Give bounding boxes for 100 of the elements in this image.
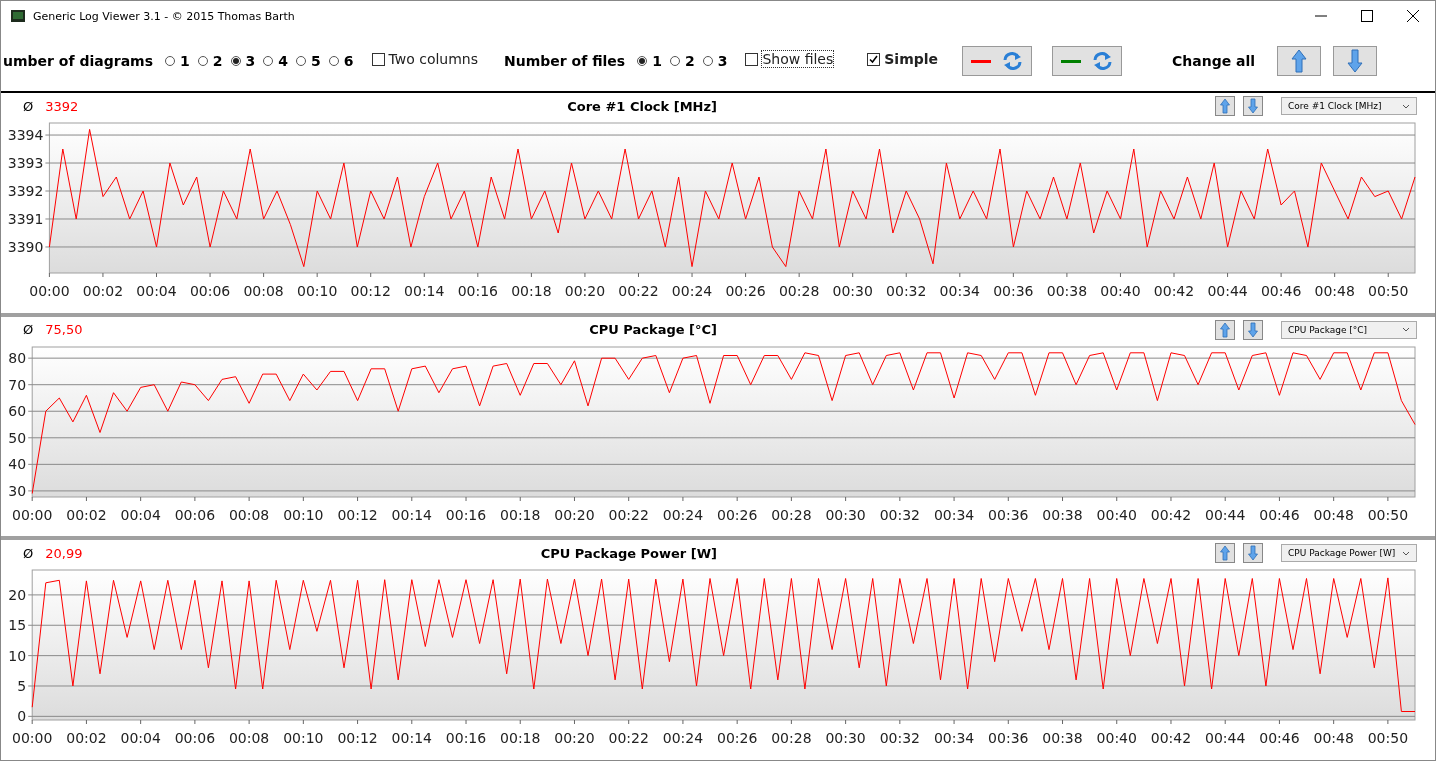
average-value: 75,50	[45, 322, 83, 338]
x-tick-label: 00:42	[1153, 283, 1195, 299]
close-icon[interactable]	[1407, 10, 1419, 22]
y-tick-label: 3394	[7, 127, 44, 144]
radio-label: 6	[343, 53, 354, 69]
x-tick-label: 00:40	[1096, 730, 1137, 747]
x-tick-label: 00:36	[993, 283, 1034, 299]
x-tick-label: 00:38	[1046, 283, 1088, 299]
x-tick-label: 00:26	[717, 506, 758, 523]
x-tick-label: 00:46	[1259, 730, 1300, 747]
x-tick-label: 00:10	[297, 283, 338, 299]
y-tick-label: 70	[8, 376, 27, 393]
move-up-button[interactable]	[1277, 46, 1322, 76]
x-tick-label: 00:12	[350, 283, 391, 299]
diagrams-label: umber of diagrams	[3, 53, 153, 69]
chevron-down-icon	[1402, 550, 1410, 556]
radio-label: 4	[278, 53, 288, 69]
y-tick-label: 5	[17, 678, 27, 695]
move-up-button[interactable]	[1215, 96, 1235, 116]
x-tick-label: 00:22	[618, 283, 659, 299]
x-tick-label: 00:44	[1205, 506, 1246, 523]
x-tick-label: 00:14	[391, 730, 432, 747]
refresh-icon	[1093, 52, 1114, 70]
x-tick-label: 00:00	[12, 506, 53, 523]
chevron-down-icon	[1402, 103, 1410, 109]
diagram-title: CPU Package [°C]	[589, 322, 717, 338]
x-tick-label: 00:06	[174, 506, 216, 523]
average-symbol: Ø	[23, 322, 34, 338]
x-tick-label: 00:22	[608, 506, 649, 523]
move-down-button[interactable]	[1243, 543, 1263, 564]
checkbox-label: Two columns	[388, 51, 479, 67]
move-up-button[interactable]	[1215, 319, 1235, 340]
y-tick-label: 40	[8, 456, 27, 472]
refresh-icon	[1003, 52, 1024, 70]
x-tick-label: 00:44	[1205, 730, 1246, 747]
y-tick-label: 10	[8, 647, 27, 664]
window-title: Generic Log Viewer 3.1 - © 2015 Thomas Barth	[33, 9, 295, 23]
x-tick-label: 00:50	[1367, 730, 1409, 747]
move-down-button[interactable]	[1243, 96, 1263, 116]
x-tick-label: 00:06	[189, 283, 231, 299]
x-tick-label: 00:34	[933, 730, 975, 747]
x-tick-label: 00:18	[500, 730, 541, 747]
x-tick-label: 00:14	[404, 283, 445, 299]
line-color-button[interactable]	[962, 46, 1033, 76]
radio-label: 5	[311, 53, 321, 69]
x-tick-label: 00:46	[1259, 506, 1300, 523]
x-tick-label: 00:40	[1096, 506, 1137, 523]
x-tick-label: 00:00	[12, 730, 53, 747]
maximize-icon[interactable]	[1361, 10, 1373, 22]
checkbox[interactable]	[745, 52, 759, 66]
x-tick-label: 00:08	[228, 506, 270, 523]
series-dropdown[interactable]: Core #1 Clock [MHz]	[1281, 97, 1417, 115]
chevron-down-icon	[1402, 327, 1410, 333]
x-tick-label: 00:30	[825, 730, 866, 747]
x-tick-label: 00:16	[445, 506, 487, 523]
x-tick-label: 00:02	[66, 730, 107, 747]
x-tick-label: 00:44	[1207, 283, 1248, 299]
x-tick-label: 00:04	[120, 730, 161, 747]
x-tick-label: 00:30	[825, 506, 866, 523]
x-tick-label: 00:42	[1150, 506, 1192, 523]
average-symbol: Ø	[23, 98, 34, 114]
checkbox[interactable]	[371, 52, 385, 66]
x-tick-label: 00:24	[671, 283, 713, 299]
x-tick-label: 00:22	[608, 730, 649, 747]
x-tick-label: 00:02	[82, 283, 124, 299]
x-tick-label: 00:30	[832, 283, 873, 299]
average-symbol: Ø	[23, 545, 34, 561]
x-tick-label: 00:04	[120, 506, 161, 523]
app-icon	[11, 10, 25, 22]
checkbox[interactable]	[867, 52, 881, 66]
move-down-button[interactable]	[1243, 319, 1263, 340]
radio-label: 2	[212, 53, 223, 69]
radio-label: 3	[717, 53, 728, 69]
x-tick-label: 00:16	[445, 730, 487, 747]
x-tick-label: 00:08	[228, 730, 270, 747]
x-tick-label: 00:12	[337, 506, 378, 523]
x-tick-label: 00:36	[988, 506, 1029, 523]
series-dropdown[interactable]: CPU Package Power [W]	[1281, 544, 1417, 563]
x-tick-label: 00:10	[283, 730, 324, 747]
x-tick-label: 00:36	[988, 730, 1029, 747]
line-color-button[interactable]	[1052, 46, 1123, 76]
series-dropdown[interactable]: CPU Package [°C]	[1281, 320, 1417, 339]
move-up-button[interactable]	[1215, 543, 1235, 564]
x-tick-label: 00:26	[717, 730, 758, 747]
x-tick-label: 00:08	[243, 283, 284, 299]
x-tick-label: 00:28	[771, 506, 812, 523]
x-tick-label: 00:32	[879, 506, 920, 523]
radio-label: 1	[180, 53, 190, 69]
x-tick-label: 00:28	[778, 283, 820, 299]
x-tick-label: 00:14	[391, 506, 432, 523]
x-tick-label: 00:24	[662, 730, 704, 747]
x-tick-label: 00:48	[1313, 506, 1354, 523]
y-tick-label: 60	[8, 402, 27, 419]
move-down-button[interactable]	[1333, 46, 1378, 76]
average-value: 3392	[45, 98, 79, 114]
diagram-title: CPU Package Power [W]	[540, 545, 717, 561]
x-tick-label: 00:48	[1313, 730, 1354, 747]
x-tick-label: 00:34	[939, 283, 980, 299]
y-tick-label: 3391	[7, 211, 44, 227]
y-tick-label: 15	[8, 617, 27, 634]
